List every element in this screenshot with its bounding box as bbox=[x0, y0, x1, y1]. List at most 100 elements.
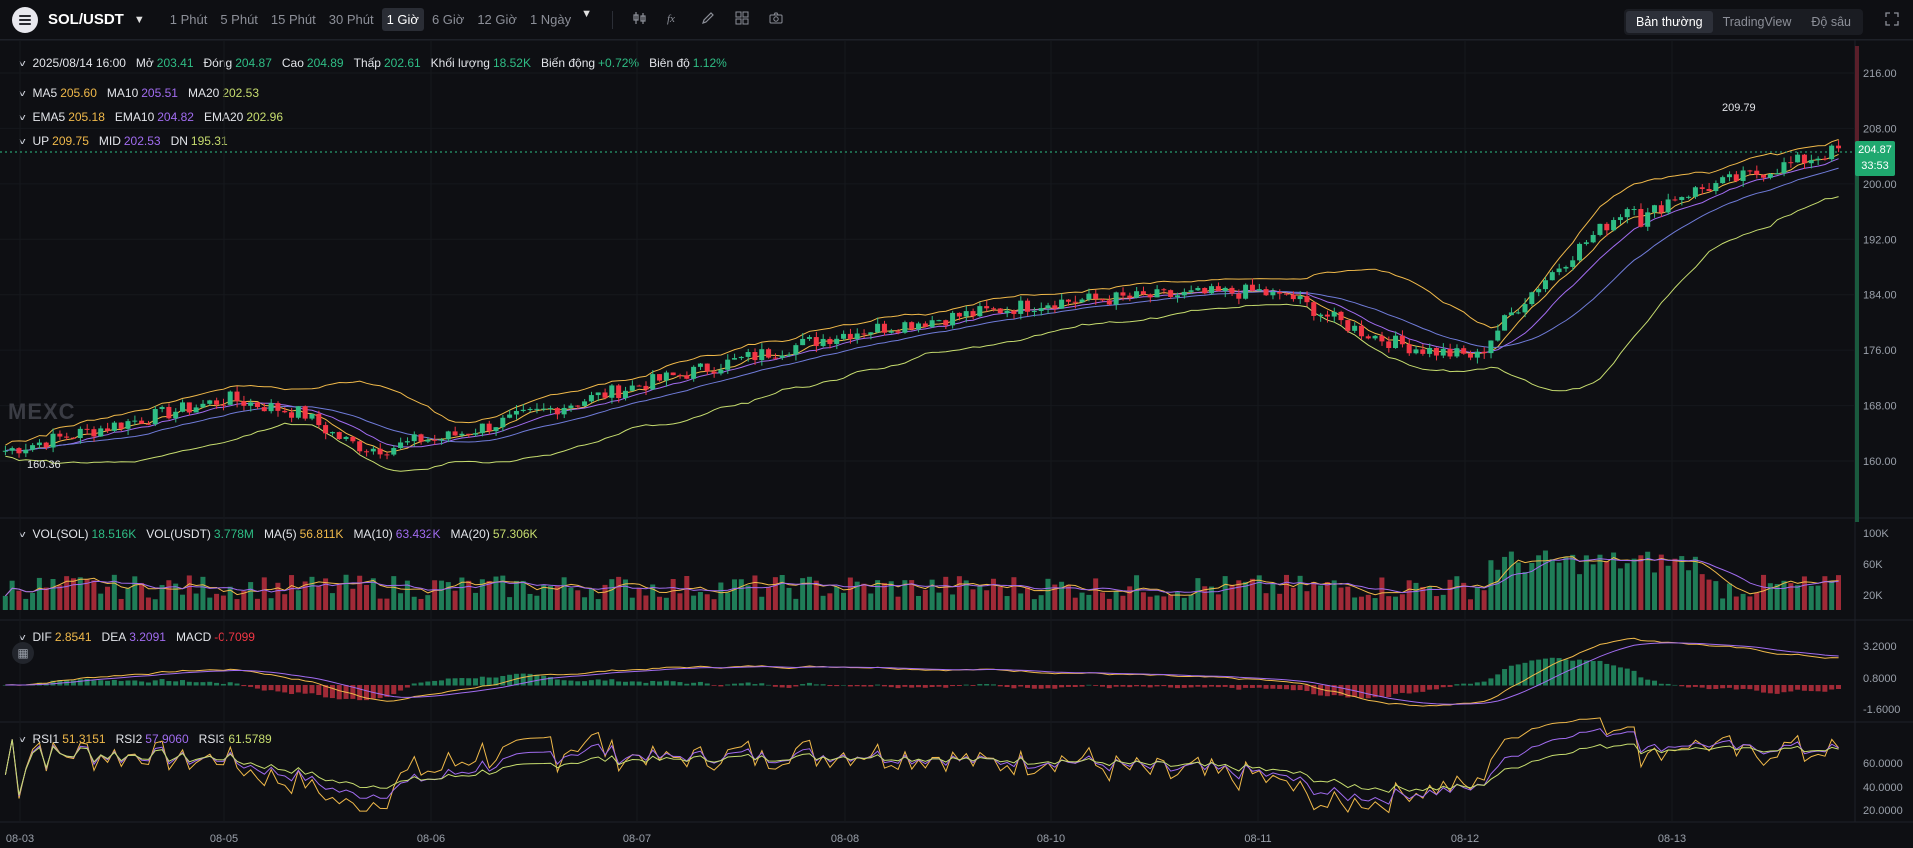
price-candle bbox=[786, 352, 792, 358]
macd-histogram-bar bbox=[70, 680, 76, 686]
price-candle bbox=[1713, 180, 1719, 195]
date-axis-label: 08-06 bbox=[417, 833, 445, 845]
price-candle bbox=[1577, 242, 1583, 262]
collapse-chevron-icon[interactable]: v bbox=[19, 734, 25, 744]
collapse-chevron-icon[interactable]: v bbox=[19, 88, 25, 98]
macd-histogram-bar bbox=[1215, 685, 1221, 688]
volume-bar bbox=[384, 598, 390, 610]
top-toolbar: SOL/USDT ▼ 1 Phút 5 Phút 15 Phút 30 Phút… bbox=[0, 0, 1913, 40]
fullscreen-icon[interactable] bbox=[1885, 12, 1899, 26]
kline-chart[interactable]: 216.00 208.00 200.00 192.00 184.00 176.00 168.… bbox=[0, 0, 1913, 848]
volume-bar bbox=[30, 592, 36, 610]
macd-histogram-bar bbox=[398, 685, 404, 691]
volume-bar bbox=[145, 597, 151, 610]
price-candle bbox=[1835, 140, 1841, 153]
candle-style-icon[interactable] bbox=[633, 11, 647, 28]
vol-ma10-value: 63.432K bbox=[395, 527, 441, 541]
ema10-label: EMA10 bbox=[114, 110, 155, 124]
collapse-chevron-icon[interactable]: v bbox=[19, 58, 25, 68]
price-candle bbox=[377, 443, 383, 459]
price-candle bbox=[1788, 156, 1794, 168]
macd-histogram-bar bbox=[50, 680, 56, 686]
interval-5m[interactable]: 5 Phút bbox=[215, 8, 263, 31]
price-candle bbox=[1440, 343, 1446, 359]
rsi2-value: 57.9060 bbox=[145, 732, 189, 746]
interval-6h[interactable]: 6 Giờ bbox=[427, 8, 469, 31]
macd-histogram-bar bbox=[404, 685, 410, 688]
interval-30m[interactable]: 30 Phút bbox=[324, 8, 379, 31]
collapse-chevron-icon[interactable]: v bbox=[19, 632, 25, 642]
volume-bar bbox=[1427, 586, 1433, 610]
interval-1m[interactable]: 1 Phút bbox=[165, 8, 213, 31]
volume-bar bbox=[1018, 593, 1024, 610]
macd-histogram-bar bbox=[1018, 685, 1024, 687]
boll-dn-value: 195.31 bbox=[190, 134, 228, 148]
interval-1d[interactable]: 1 Ngày bbox=[525, 8, 576, 31]
low-label: Thấp bbox=[353, 56, 381, 70]
interval-12h[interactable]: 12 Giờ bbox=[472, 8, 522, 31]
price-candle bbox=[1311, 301, 1317, 321]
mode-tradingview[interactable]: TradingView bbox=[1713, 11, 1802, 33]
volume-bar bbox=[241, 590, 247, 610]
price-candle bbox=[418, 433, 424, 445]
macd-histogram-bar bbox=[595, 679, 601, 686]
collapse-chevron-icon[interactable]: v bbox=[19, 529, 25, 539]
indicator-fx-icon[interactable]: fx bbox=[667, 11, 681, 28]
volume-bar bbox=[1461, 582, 1467, 610]
draw-pencil-icon[interactable] bbox=[701, 11, 715, 28]
price-candle bbox=[657, 373, 663, 382]
macd-histogram-bar bbox=[752, 684, 758, 686]
price-candle bbox=[1767, 173, 1773, 180]
symbol-title[interactable]: SOL/USDT bbox=[48, 11, 124, 28]
price-axis-label: 200.00 bbox=[1863, 179, 1897, 191]
macd-histogram-bar bbox=[1045, 685, 1051, 689]
interval-15m[interactable]: 15 Phút bbox=[266, 8, 321, 31]
volume-bar bbox=[820, 595, 826, 610]
calendar-icon[interactable]: ▦ bbox=[12, 642, 34, 664]
amplitude-value: 1.12% bbox=[692, 56, 727, 70]
macd-histogram-bar bbox=[1113, 685, 1119, 687]
volume-bar bbox=[1713, 581, 1719, 610]
collapse-chevron-icon[interactable]: v bbox=[19, 136, 25, 146]
macd-histogram-bar bbox=[868, 685, 874, 687]
volume-bar bbox=[670, 579, 676, 610]
price-candle bbox=[1120, 287, 1126, 301]
mode-standard[interactable]: Bản thường bbox=[1625, 11, 1713, 33]
volume-bar bbox=[438, 580, 444, 610]
volume-bar bbox=[970, 589, 976, 610]
layout-grid-icon[interactable] bbox=[735, 11, 749, 28]
symbol-dropdown-icon[interactable]: ▼ bbox=[134, 14, 145, 26]
macd-histogram-bar bbox=[118, 681, 124, 686]
macd-histogram-bar bbox=[1059, 685, 1065, 688]
volume-bar bbox=[1788, 583, 1794, 610]
macd-histogram-bar bbox=[1086, 684, 1092, 686]
macd-histogram-bar bbox=[1645, 679, 1651, 686]
volume-bar bbox=[1338, 587, 1344, 610]
volume-bar bbox=[1038, 595, 1044, 610]
ema20-value: 202.96 bbox=[246, 110, 284, 124]
mode-depth[interactable]: Độ sâu bbox=[1801, 11, 1861, 33]
rsi-axis-label: 40.0000 bbox=[1863, 782, 1903, 794]
volume-bar bbox=[316, 586, 322, 610]
price-candle bbox=[323, 421, 329, 440]
volume-bar bbox=[752, 575, 758, 610]
price-candle bbox=[1386, 336, 1392, 353]
camera-snapshot-icon[interactable] bbox=[769, 11, 783, 28]
macd-histogram-bar bbox=[1249, 685, 1255, 688]
volume-bar bbox=[111, 574, 117, 610]
volume-bar bbox=[1059, 581, 1065, 610]
macd-histogram-bar bbox=[248, 685, 254, 687]
macd-histogram-bar bbox=[329, 685, 335, 699]
price-candle bbox=[432, 434, 438, 445]
macd-histogram-bar bbox=[1209, 685, 1215, 687]
macd-histogram-bar bbox=[64, 680, 70, 686]
macd-histogram-bar bbox=[922, 685, 928, 688]
volume-bar bbox=[582, 597, 588, 610]
interval-1h[interactable]: 1 Giờ bbox=[381, 8, 424, 31]
volume-bar bbox=[1624, 563, 1630, 610]
interval-dropdown-icon[interactable]: ▼ bbox=[581, 8, 592, 31]
volume-bar bbox=[1808, 585, 1814, 610]
price-candle bbox=[9, 446, 15, 455]
volume-bar bbox=[57, 585, 63, 610]
collapse-chevron-icon[interactable]: v bbox=[19, 112, 25, 122]
